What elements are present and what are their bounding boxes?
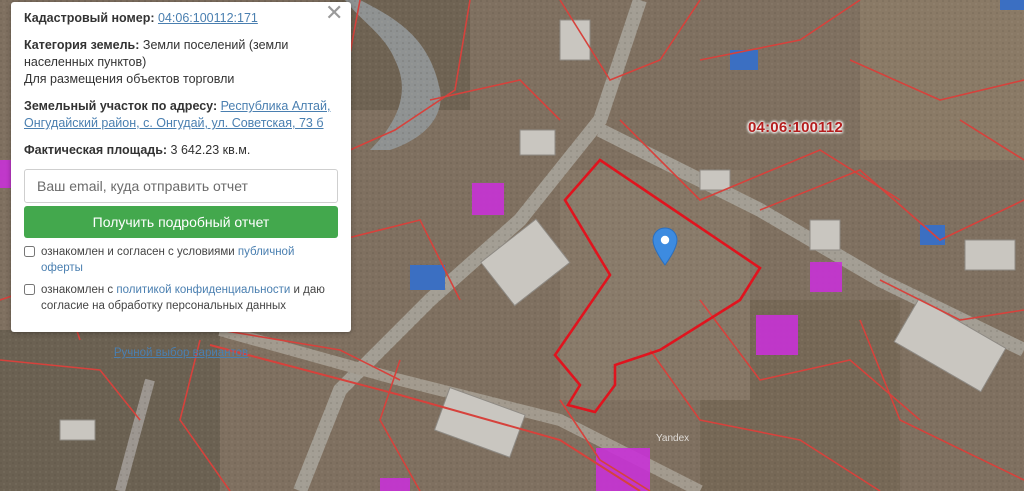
plot-info-panel: ✕ Кадастровый номер: 04:06:100112:171 Ка… [11, 2, 351, 359]
cadastral-number-link[interactable]: 04:06:100112:171 [158, 11, 258, 25]
area-value: 3 642.23 кв.м. [170, 143, 251, 157]
close-icon[interactable]: ✕ [325, 2, 343, 24]
location-pin-icon[interactable] [652, 227, 678, 267]
consent-privacy-text: ознакомлен с политикой конфиденциальност… [41, 282, 338, 314]
consent-offer-label: ознакомлен и согласен с условиями [41, 246, 235, 258]
consent-offer-text: ознакомлен и согласен с условиями публич… [41, 244, 338, 276]
quarter-label: 04:06:100112 [748, 119, 843, 136]
consent-privacy-label: ознакомлен с [41, 284, 114, 296]
category-row: Категория земель: Земли поселений (земли… [24, 37, 338, 88]
privacy-policy-link[interactable]: политикой конфиденциальности [116, 284, 290, 296]
cadastral-label: Кадастровый номер: [24, 11, 155, 25]
email-input[interactable] [24, 169, 338, 203]
category-use: Для размещения объектов торговли [24, 72, 235, 86]
area-row: Фактическая площадь: 3 642.23 кв.м. [24, 142, 338, 159]
consent-privacy-checkbox[interactable] [24, 284, 35, 295]
get-report-button[interactable]: Получить подробный отчет [24, 206, 338, 238]
category-label: Категория земель: [24, 38, 140, 52]
address-row: Земельный участок по адресу: Республика … [24, 98, 338, 132]
manual-selection: Ручной выбор вариантов [24, 345, 338, 362]
consent-offer[interactable]: ознакомлен и согласен с условиями публич… [24, 244, 338, 276]
consent-offer-checkbox[interactable] [24, 246, 35, 257]
consent-privacy[interactable]: ознакомлен с политикой конфиденциальност… [24, 282, 338, 314]
map-provider-watermark: Yandex [656, 433, 690, 444]
address-label: Земельный участок по адресу: [24, 99, 218, 113]
cadastral-row: Кадастровый номер: 04:06:100112:171 [24, 10, 338, 27]
manual-selection-link[interactable]: Ручной выбор вариантов [114, 347, 248, 359]
area-label: Фактическая площадь: [24, 143, 168, 157]
